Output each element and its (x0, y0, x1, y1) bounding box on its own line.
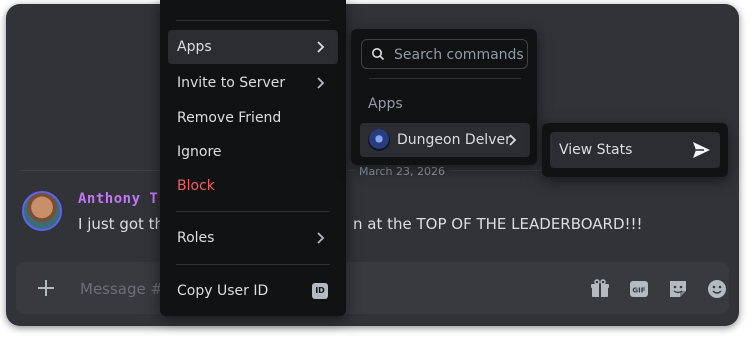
command-item-label: View Stats (559, 142, 633, 158)
date-divider-label: March 23, 2026 (355, 165, 450, 178)
menu-item-apps[interactable]: Apps (168, 30, 338, 64)
app-item-dungeon-delver[interactable]: Dungeon Delver (360, 123, 530, 157)
avatar[interactable] (22, 191, 62, 231)
menu-item-label: Ignore (177, 144, 222, 160)
apps-submenu: Apps Dungeon Delver (351, 29, 537, 165)
message-composer: GIF (16, 262, 729, 314)
message-input[interactable] (78, 275, 172, 303)
menu-separator (176, 264, 330, 265)
command-item-view-stats[interactable]: View Stats (550, 132, 720, 168)
command-search-input[interactable] (392, 43, 526, 67)
message-author[interactable]: Anthony T (78, 191, 158, 207)
menu-item-label: Block (177, 178, 215, 194)
command-search[interactable] (361, 39, 528, 69)
plus-icon[interactable] (32, 274, 60, 302)
svg-text:GIF: GIF (632, 287, 645, 295)
menu-item-roles[interactable]: Roles (168, 221, 338, 255)
dungeon-delver-app-icon (368, 129, 390, 151)
menu-item-copy-user-id[interactable]: Copy User ID ID (168, 274, 338, 308)
sticker-icon[interactable] (667, 278, 689, 300)
chevron-right-icon (317, 41, 325, 53)
chevron-right-icon (317, 77, 325, 89)
menu-item-label: Roles (177, 230, 215, 246)
send-icon (693, 142, 710, 158)
menu-item-label: Invite to Server (177, 75, 286, 91)
user-context-menu: Apps Invite to Server Remove Friend Igno… (160, 0, 346, 316)
commands-submenu: View Stats (542, 123, 728, 177)
id-icon: ID (312, 283, 328, 299)
gif-icon[interactable]: GIF (628, 278, 650, 300)
chevron-right-icon (317, 232, 325, 244)
menu-item-ignore[interactable]: Ignore (168, 135, 338, 169)
menu-item-label: Apps (177, 39, 212, 55)
menu-item-remove-friend[interactable]: Remove Friend (168, 101, 338, 135)
search-icon (372, 48, 385, 61)
message-text-end: n at the TOP OF THE LEADERBOARD!!! (353, 215, 643, 233)
message-text-start: I just got the (78, 215, 174, 233)
app-item-label: Dungeon Delver (397, 132, 511, 148)
menu-separator (176, 211, 330, 212)
menu-separator (369, 78, 521, 79)
chevron-right-icon (509, 134, 517, 146)
gift-icon[interactable] (589, 278, 611, 300)
menu-separator (176, 20, 330, 21)
menu-item-invite-to-server[interactable]: Invite to Server (168, 66, 338, 100)
apps-heading: Apps (368, 96, 403, 112)
emoji-icon[interactable] (706, 278, 728, 300)
menu-item-label: Remove Friend (177, 110, 282, 126)
menu-item-block[interactable]: Block (168, 169, 338, 203)
menu-item-label: Copy User ID (177, 283, 269, 299)
